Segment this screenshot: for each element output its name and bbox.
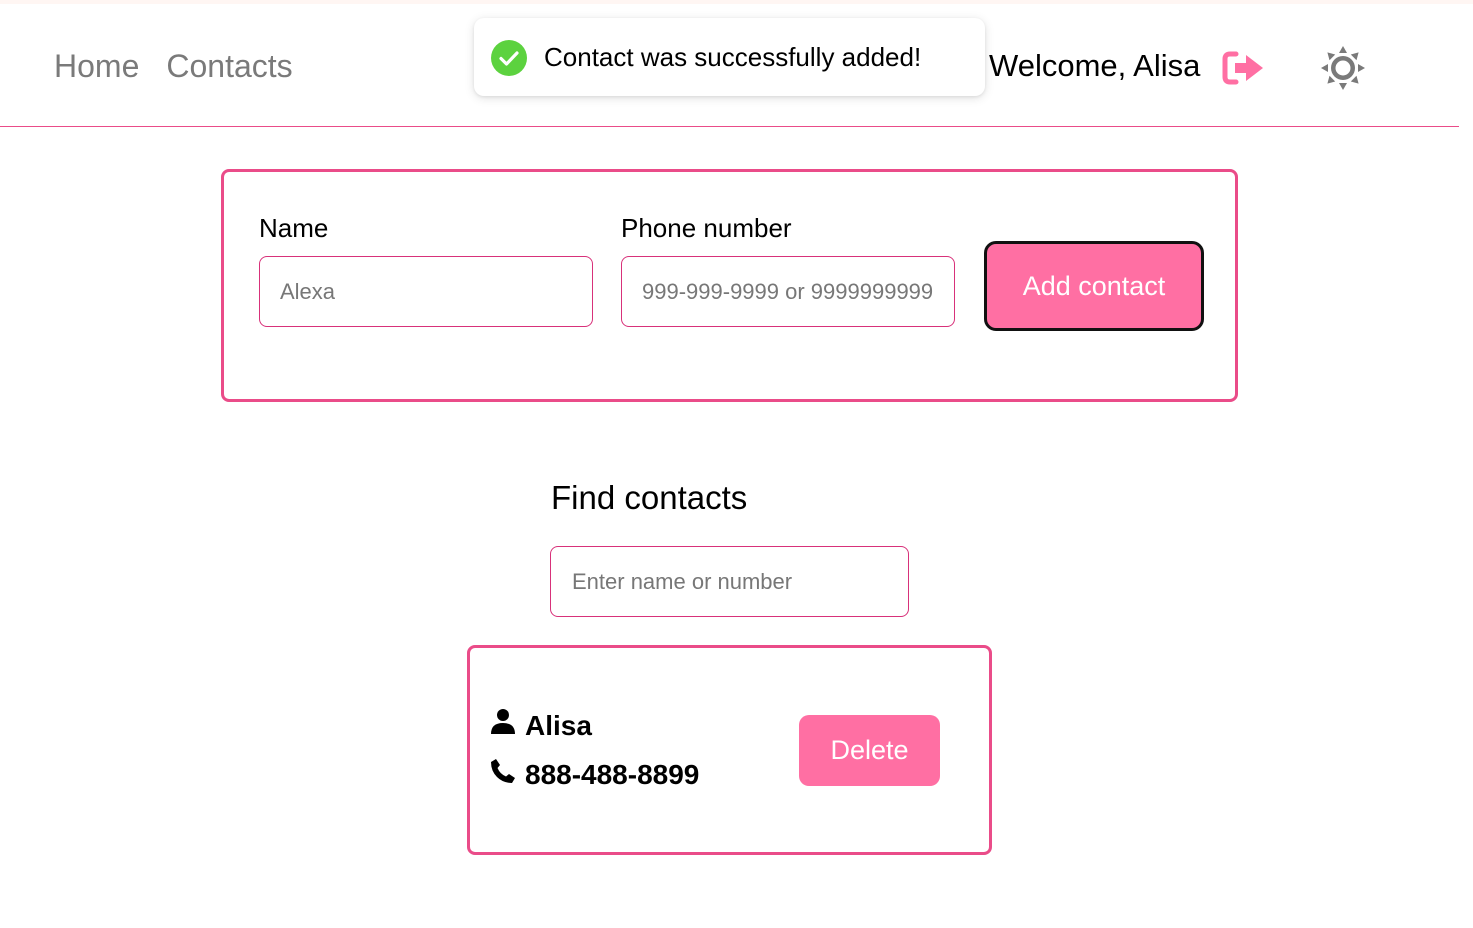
welcome-text: Welcome, Alisa bbox=[989, 48, 1201, 83]
logout-icon[interactable] bbox=[1222, 51, 1266, 85]
phone-input[interactable] bbox=[621, 256, 955, 327]
name-input[interactable] bbox=[259, 256, 593, 327]
add-contact-button[interactable]: Add contact bbox=[984, 241, 1204, 331]
success-toast: Contact was successfully added! bbox=[474, 18, 985, 96]
phone-label: Phone number bbox=[621, 213, 792, 243]
contact-card: Alisa 888-488-8899 Delete bbox=[467, 645, 992, 855]
delete-contact-button[interactable]: Delete bbox=[799, 715, 940, 786]
nav-home-link[interactable]: Home bbox=[54, 48, 139, 85]
check-circle-icon bbox=[491, 40, 527, 76]
phone-icon bbox=[491, 759, 515, 783]
toast-message: Contact was successfully added! bbox=[544, 42, 922, 72]
add-contact-form: Name Phone number Add contact bbox=[221, 169, 1238, 402]
search-input[interactable] bbox=[550, 546, 909, 617]
nav-contacts-link[interactable]: Contacts bbox=[166, 48, 292, 85]
contact-number: 888-488-8899 bbox=[525, 759, 700, 790]
name-label: Name bbox=[259, 213, 329, 243]
user-icon bbox=[491, 709, 515, 734]
find-contacts-title: Find contacts bbox=[551, 479, 748, 516]
contact-name: Alisa bbox=[525, 710, 592, 741]
main-nav: Home Contacts bbox=[54, 48, 293, 85]
sun-icon[interactable] bbox=[1320, 45, 1366, 91]
